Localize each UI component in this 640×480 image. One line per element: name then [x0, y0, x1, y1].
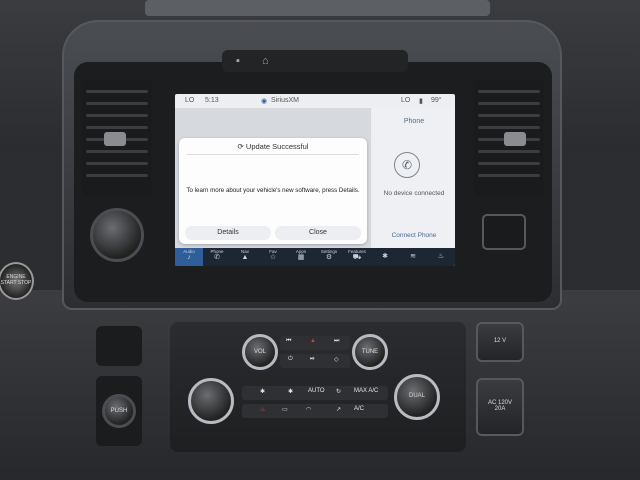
drive-mode-dial[interactable]: PUSH: [102, 394, 136, 428]
air-vent-left[interactable]: [82, 80, 152, 195]
tune-knob[interactable]: TUNE: [352, 334, 388, 370]
audio-source: SiriusXM: [271, 97, 300, 104]
status-bar: LO 5:13 ◉ SiriusXM LO ▮ 99°: [175, 94, 455, 108]
play-pause-icon[interactable]: ⏯: [310, 356, 315, 363]
infotainment-screen[interactable]: LO 5:13 ◉ SiriusXM LO ▮ 99° ⟳ Update Suc…: [175, 94, 455, 266]
close-button[interactable]: Close: [275, 226, 361, 240]
auto-button[interactable]: AUTO: [308, 388, 325, 394]
dialog-message: To learn more about your vehicle's new s…: [186, 187, 360, 194]
nav-settings[interactable]: Settings ⚙: [315, 248, 343, 266]
climate-buttons-row-1: ✱ ✱ AUTO ↻ MAX A/C: [242, 386, 388, 400]
drive-mode-knob[interactable]: [90, 208, 144, 262]
car-icon: ⛟: [352, 254, 362, 261]
media-buttons-row-2: ⏻ ⏯ ◇: [280, 354, 350, 368]
phone-panel-title: Phone: [403, 118, 425, 125]
outside-temp: 99°: [431, 97, 442, 104]
dialog-title: ⟳ Update Successful: [179, 142, 367, 151]
fan-up-icon[interactable]: ✱: [288, 388, 293, 395]
push-label: PUSH: [110, 408, 128, 415]
nav-nav[interactable]: Nav ▲: [231, 248, 259, 266]
tune-label: TUNE: [361, 349, 379, 355]
outlet-label: AC 120V 20A: [487, 400, 512, 412]
dialog-divider: [187, 154, 359, 155]
rear-defrost-icon[interactable]: ▭: [282, 406, 288, 413]
media-buttons-row: ⏮ ▲ ⏭: [280, 336, 350, 350]
volume-label: VOL: [253, 349, 266, 355]
vent-adjust-tab[interactable]: [104, 132, 126, 146]
gear-icon: ⚙: [325, 254, 333, 261]
phone-icon: ✆: [394, 152, 420, 178]
front-defrost-icon[interactable]: ◠: [306, 406, 311, 413]
defrost-vent-strip: [145, 0, 490, 16]
nav-apps[interactable]: Apps ▦: [287, 248, 315, 266]
passenger-temp-knob[interactable]: DUAL: [394, 374, 440, 420]
apps-grid-icon: ▦: [297, 254, 305, 261]
engine-sub-label: START STOP: [0, 280, 32, 286]
recirculate-icon[interactable]: ↻: [336, 388, 341, 395]
star-icon: ☆: [269, 254, 277, 261]
details-button[interactable]: Details: [185, 226, 271, 240]
phone-status: No device connected: [383, 190, 445, 197]
driver-temp-knob[interactable]: [188, 378, 234, 424]
signal-icon: ▮: [419, 98, 423, 105]
air-vent-right[interactable]: [474, 80, 544, 195]
bottom-nav-bar: Audio ♪ Phone ✆ Nav ▲ Fav ☆ Apps ▦ Settings ⚙ …: [175, 248, 455, 266]
clock: 5:13: [205, 97, 219, 104]
storage-bin[interactable]: [482, 214, 526, 250]
phone-icon: ✆: [214, 254, 220, 261]
ac-button[interactable]: A/C: [354, 406, 364, 412]
hazard-switch-cluster[interactable]: ▪ ⌂: [222, 50, 408, 72]
navigation-icon: ▲: [241, 254, 249, 261]
airflow-icon[interactable]: ↗: [336, 406, 341, 413]
heated-seat-icon: ♨: [437, 253, 445, 260]
vent-adjust-tab[interactable]: [504, 132, 526, 146]
nav-defrost[interactable]: ≋: [399, 248, 427, 266]
power-12v-button[interactable]: 12 V: [476, 322, 524, 362]
update-dialog: ⟳ Update Successful To learn more about …: [179, 138, 367, 244]
dialog-title-text: Update Successful: [245, 142, 309, 151]
mute-icon[interactable]: ◇: [334, 356, 339, 363]
lock-icon[interactable]: ▪: [236, 55, 240, 67]
12v-label: 12 V: [493, 338, 507, 344]
nav-features[interactable]: Features ⛟: [343, 248, 371, 266]
heated-seat-icon[interactable]: ♨: [260, 406, 265, 413]
ac-outlet-button[interactable]: AC 120V 20A: [476, 378, 524, 436]
seek-back-icon[interactable]: ⏮: [286, 338, 291, 345]
fan-icon: ✱: [382, 253, 388, 260]
climate-control-panel: VOL TUNE ⏮ ▲ ⏭ ⏻ ⏯ ◇ DUAL ✱ ✱ AUTO ↻ MAX…: [170, 322, 466, 452]
defrost-icon: ≋: [410, 253, 416, 260]
nav-fav[interactable]: Fav ☆: [259, 248, 287, 266]
volume-knob[interactable]: VOL: [242, 334, 278, 370]
fan-down-icon[interactable]: ✱: [260, 388, 265, 395]
window-switch-panel[interactable]: [96, 326, 142, 366]
phone-panel[interactable]: Phone ✆ No device connected Connect Phon…: [373, 108, 455, 248]
main-content-area: ⟳ Update Successful To learn more about …: [175, 108, 371, 248]
max-ac-button[interactable]: MAX A/C: [354, 388, 378, 394]
climate-buttons-row-2: ♨ ▭ ◠ ↗ A/C: [242, 404, 388, 418]
hazard-icon[interactable]: ▲: [310, 338, 316, 344]
seek-forward-icon[interactable]: ⏭: [334, 338, 339, 345]
drive-mode-panel[interactable]: PUSH: [96, 376, 142, 446]
nav-heated-seat[interactable]: ♨: [427, 248, 455, 266]
nav-fan[interactable]: ✱: [371, 248, 399, 266]
nav-audio[interactable]: Audio ♪: [175, 248, 203, 266]
siriusxm-icon: ◉: [261, 98, 268, 105]
update-icon: ⟳: [237, 142, 246, 151]
car-lock-icon[interactable]: ⌂: [262, 55, 269, 67]
left-temp[interactable]: LO: [185, 97, 194, 104]
connect-phone-button[interactable]: Connect Phone: [373, 232, 455, 239]
nav-phone[interactable]: Phone ✆: [203, 248, 231, 266]
right-temp[interactable]: LO: [401, 97, 410, 104]
music-note-icon: ♪: [187, 254, 191, 261]
dual-label: DUAL: [408, 393, 425, 399]
power-icon[interactable]: ⏻: [288, 356, 293, 363]
